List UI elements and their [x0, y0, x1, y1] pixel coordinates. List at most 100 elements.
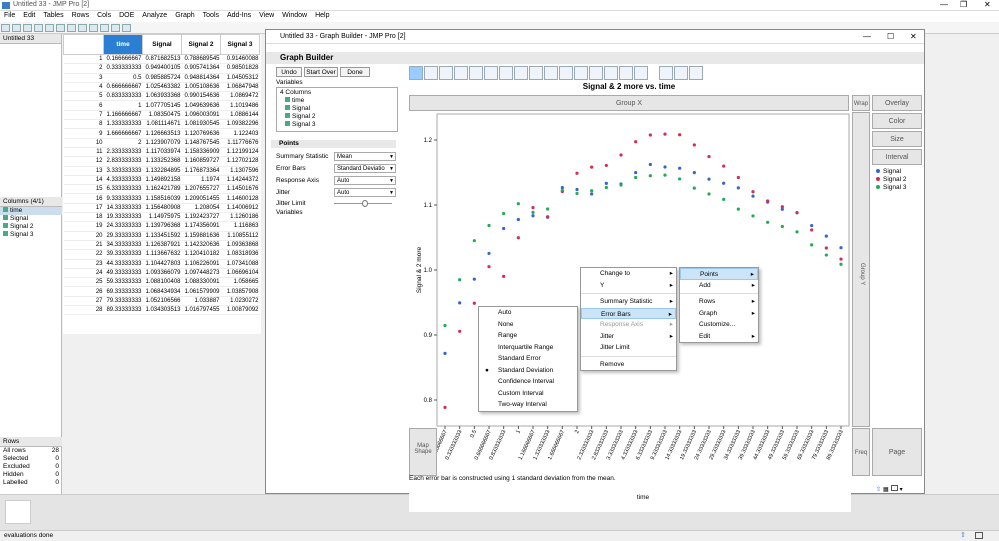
window-thumbnail[interactable]: [5, 500, 31, 524]
data-point[interactable]: [531, 210, 535, 215]
column-item[interactable]: Signal 3: [0, 231, 62, 239]
menu-window[interactable]: Window: [278, 11, 311, 19]
data-point[interactable]: [780, 224, 784, 229]
data-point[interactable]: [736, 175, 740, 180]
table-cell[interactable]: 1.162421789: [142, 184, 182, 195]
table-cell[interactable]: 1.016797455: [181, 305, 221, 316]
table-cell[interactable]: 1.07341088: [220, 259, 260, 269]
column-item[interactable]: time: [0, 207, 62, 215]
table-cell[interactable]: 1.081114671: [142, 119, 182, 130]
gb-close-icon[interactable]: ✕: [910, 32, 917, 41]
table-row[interactable]: 24 49.33333333 1.093366079 1.097448273 1.066…: [63, 268, 260, 279]
data-point[interactable]: [472, 239, 476, 243]
column-item[interactable]: Signal: [0, 215, 62, 223]
table-cell[interactable]: 0.666666667: [103, 82, 143, 93]
table-cell[interactable]: 1.033887: [181, 296, 221, 307]
table-cell[interactable]: 1.117033974: [142, 147, 182, 158]
data-point[interactable]: [575, 187, 579, 192]
column-header[interactable]: Signal 2: [181, 34, 221, 55]
upload-icon[interactable]: ⇧: [876, 487, 881, 493]
columns-count[interactable]: 4 Columns: [280, 89, 311, 96]
menu-item-custom-interval[interactable]: Custom Interval: [479, 388, 577, 400]
table-cell[interactable]: 1.333333333: [103, 119, 143, 130]
menu-file[interactable]: File: [0, 11, 19, 19]
table-row[interactable]: 7 1.166666667 1.08350475 1.096003091 1.08861…: [63, 110, 260, 121]
dropdown-icon[interactable]: ▾: [900, 487, 903, 493]
undo-button[interactable]: Undo: [276, 67, 302, 77]
menu-doe[interactable]: DOE: [115, 11, 138, 19]
table-cell[interactable]: 1.14501676: [220, 184, 260, 195]
data-point[interactable]: [531, 206, 535, 210]
menu-item-rows[interactable]: Rows ▸: [680, 296, 758, 308]
table-cell[interactable]: 1.14244372: [220, 175, 260, 186]
freq-zone[interactable]: Freq: [852, 428, 870, 476]
rows-header[interactable]: Rows: [0, 437, 62, 447]
data-point[interactable]: [472, 277, 476, 281]
data-point[interactable]: [458, 329, 462, 333]
table-cell[interactable]: 1.106226091: [181, 259, 221, 269]
menu-item-change-to[interactable]: Change to ▸: [581, 268, 676, 280]
table-row[interactable]: 21 34.33333333 1.126387921 1.142320636 1.093…: [63, 240, 260, 251]
table-cell[interactable]: 89.33333333: [103, 305, 143, 316]
pencil-tool-icon[interactable]: [122, 24, 131, 32]
menu-item-none[interactable]: None: [479, 319, 577, 331]
wrap-zone[interactable]: Wrap: [852, 95, 870, 111]
data-point[interactable]: [472, 301, 476, 305]
table-cell[interactable]: 19.33333333: [103, 212, 143, 223]
table-row[interactable]: 14 4.333333333 1.149892158 1.1974 1.14244372: [63, 175, 260, 186]
table-cell[interactable]: 1.120410182: [181, 249, 221, 260]
data-point[interactable]: [619, 153, 623, 157]
table-row[interactable]: 1 0.166666667 0.871682513 0.788689545 0.9146…: [63, 54, 260, 65]
menu-tools[interactable]: Tools: [199, 11, 223, 19]
table-cell[interactable]: 1.034303513: [142, 305, 182, 316]
open-icon[interactable]: [12, 24, 21, 32]
data-point[interactable]: [795, 211, 799, 215]
table-cell[interactable]: 0.990154636: [181, 91, 221, 102]
table-cell[interactable]: 1.09382296: [220, 119, 260, 130]
menu-analyze[interactable]: Analyze: [138, 11, 171, 19]
menu-tables[interactable]: Tables: [39, 11, 67, 19]
data-point[interactable]: [692, 171, 696, 175]
data-point[interactable]: [604, 163, 608, 168]
menu-graph[interactable]: Graph: [171, 11, 198, 19]
table-cell[interactable]: 1.149892158: [142, 175, 182, 186]
element-type-icon[interactable]: [484, 66, 498, 80]
element-type-icon[interactable]: [619, 66, 633, 80]
prop-dropdown[interactable]: Auto ▼: [334, 188, 396, 197]
table-cell[interactable]: 1.11776676: [220, 138, 260, 148]
table-cell[interactable]: 1.10855112: [220, 231, 260, 241]
menu-item-summary-statistic[interactable]: Summary Statistic ▸: [581, 296, 676, 308]
data-point[interactable]: [502, 274, 506, 278]
data-point[interactable]: [546, 215, 550, 219]
table-cell[interactable]: 79.33333333: [103, 296, 143, 307]
prop-dropdown[interactable]: Mean ▼: [334, 152, 396, 161]
save-icon[interactable]: [23, 24, 32, 32]
data-point[interactable]: [560, 186, 564, 190]
table-cell[interactable]: 1.08350475: [142, 110, 182, 121]
table-row[interactable]: 27 79.33333333 1.052106566 1.033887 1.023027…: [63, 296, 260, 307]
data-point[interactable]: [443, 351, 447, 355]
menu-item-add[interactable]: Add ▸: [680, 280, 758, 292]
data-point[interactable]: [722, 197, 726, 202]
table-cell[interactable]: 1.208054: [181, 203, 221, 214]
page-zone[interactable]: Page: [872, 428, 922, 476]
data-point[interactable]: [824, 234, 828, 238]
column-header[interactable]: Signal 3: [220, 34, 260, 55]
gb-variable-item[interactable]: Signal 3: [285, 121, 316, 129]
data-point[interactable]: [766, 199, 770, 203]
data-point[interactable]: [546, 207, 550, 211]
data-point[interactable]: [648, 174, 652, 178]
table-cell[interactable]: 1.113667632: [142, 249, 182, 260]
table-row[interactable]: 8 1.333333333 1.081114671 1.081930545 1.0938…: [63, 119, 260, 130]
element-type-icon[interactable]: [529, 66, 543, 80]
table-cell[interactable]: 1.166666667: [103, 110, 143, 121]
color-zone[interactable]: Color: [872, 113, 922, 129]
table-cell[interactable]: 29.33333333: [103, 231, 143, 241]
menu-rows[interactable]: Rows: [68, 11, 94, 19]
table-cell[interactable]: 1.06696104: [220, 268, 260, 279]
table-cell[interactable]: 1.1974: [181, 175, 221, 186]
table-cell[interactable]: 1.00879092: [220, 305, 260, 316]
table-cell[interactable]: 0.788689545: [181, 54, 221, 65]
table-cell[interactable]: 0.5: [103, 73, 143, 83]
table-cell[interactable]: 1.096003091: [181, 110, 221, 121]
